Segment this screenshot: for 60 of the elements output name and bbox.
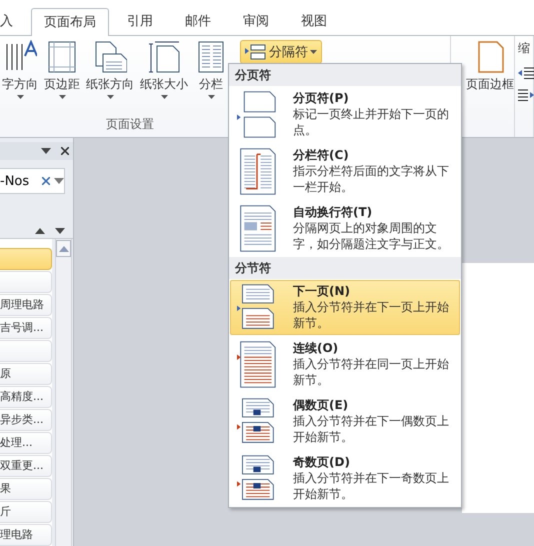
heading-item[interactable]: 果 (0, 478, 52, 500)
indent-left-icon (518, 67, 534, 79)
ribbon-tab[interactable]: 邮件 (171, 8, 225, 35)
heading-item[interactable]: 吉号调... (0, 317, 52, 339)
text-wrap-icon (237, 204, 277, 253)
heading-item[interactable]: 斤 (0, 501, 52, 523)
breaks-icon (245, 44, 267, 60)
page-break-icon (237, 90, 277, 139)
indent-right-icon (518, 89, 534, 101)
ribbon-tab[interactable]: 视图 (287, 8, 341, 35)
dropdown-icon[interactable] (54, 178, 64, 184)
group-label: 页面设置 (105, 116, 155, 133)
ribbon-button[interactable]: 字方向 (0, 40, 40, 116)
section-header: 分节符 (229, 257, 461, 279)
ribbon-button[interactable]: 页边距 (42, 40, 82, 116)
caret-icon (310, 50, 317, 54)
indent-label: 缩 (518, 40, 531, 57)
ribbon-tab[interactable]: 引用 (113, 8, 167, 35)
caret-icon (160, 95, 168, 99)
ribbon-tab[interactable]: 入 (0, 8, 27, 35)
column-break-icon (237, 147, 277, 196)
caret-icon (208, 95, 214, 99)
ribbon-button[interactable]: 纸张方向 (84, 40, 136, 116)
caret-icon (58, 95, 66, 99)
heading-item[interactable]: 处理... (0, 432, 52, 454)
menu-item[interactable]: 自动换行符(T) 分隔网页上的对象周围的文字，如分隔题注文字与正文。 (230, 201, 460, 256)
orientation-icon (93, 40, 127, 74)
pane-menu-icon[interactable] (41, 148, 51, 154)
scroll-up-icon[interactable] (58, 246, 68, 252)
heading-item[interactable]: 高精度... (0, 386, 52, 408)
ribbon-tab[interactable]: 页面布局 (31, 8, 109, 36)
menu-item[interactable]: 分栏符(C) 指示分栏符后面的文字将从下一栏开始。 (230, 144, 460, 199)
section-header: 分页符 (229, 64, 461, 86)
continuous-icon (237, 340, 277, 389)
heading-item[interactable]: 双重更... (0, 455, 52, 477)
odd-page-icon (237, 454, 277, 503)
even-page-icon (237, 397, 277, 446)
menu-item[interactable]: 连续(O) 插入分节符并在同一页上开始新节。 (230, 337, 460, 392)
up-arrow-icon[interactable] (35, 228, 45, 234)
ribbon-tab[interactable]: 审阅 (229, 8, 283, 35)
menu-item[interactable]: 下一页(N) 插入分节符并在下一页上开始新节。 (230, 280, 460, 335)
heading-item[interactable]: 原 (0, 363, 52, 385)
close-icon[interactable] (61, 147, 69, 155)
clear-icon[interactable] (42, 177, 50, 185)
next-page-icon (237, 283, 277, 332)
page-size-icon (147, 40, 181, 74)
heading-item[interactable]: 周理电路 (0, 294, 52, 316)
search-field[interactable]: -Nos (0, 168, 65, 194)
page-border-button[interactable]: 页面边框 (466, 40, 514, 116)
caret-icon (106, 95, 114, 99)
heading-item[interactable]: 异步类... (0, 409, 52, 431)
breaks-button[interactable]: 分隔符 (240, 40, 322, 64)
menu-item[interactable]: 分页符(P) 标记一页终止并开始下一页的点。 (230, 87, 460, 142)
down-arrow-icon[interactable] (55, 228, 65, 234)
menu-item[interactable]: 奇数页(D) 插入分节符并在下一奇数页上开始新节。 (230, 451, 460, 506)
scrollbar[interactable] (55, 239, 72, 546)
menu-item[interactable]: 偶数页(E) 插入分节符并在下一偶数页上开始新节。 (230, 394, 460, 449)
heading-item[interactable]: 理电路 (0, 524, 52, 546)
caret-icon (16, 95, 24, 99)
ribbon-button[interactable]: 纸张大小 (138, 40, 190, 116)
